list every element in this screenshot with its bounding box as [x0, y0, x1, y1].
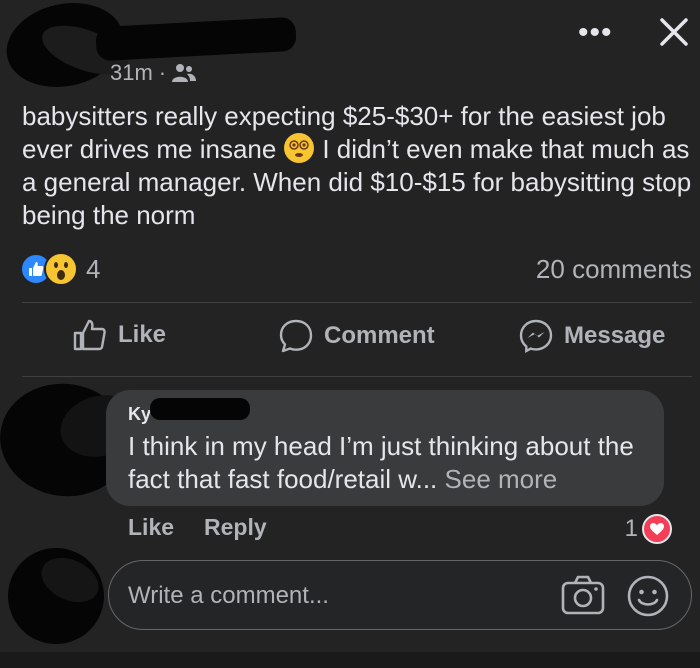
heart-reaction-icon	[642, 514, 672, 544]
footer-strip	[0, 652, 700, 668]
see-more-link[interactable]: See more	[445, 464, 558, 494]
messenger-icon	[519, 319, 553, 354]
post-reactions[interactable]: 4	[20, 252, 100, 286]
post-time[interactable]: 31m	[110, 60, 153, 86]
thumbs-up-icon	[73, 319, 106, 351]
comment-body: I think in my head I’m just thinking abo…	[128, 431, 634, 494]
comments-count-link[interactable]: 20 comments	[536, 254, 692, 285]
message-button[interactable]: Message	[518, 318, 665, 354]
friends-audience-icon	[172, 64, 197, 82]
comment-reactions[interactable]: 1	[625, 514, 672, 544]
more-options-icon[interactable]: •••	[578, 18, 613, 48]
comment-actions: Like Reply	[128, 514, 267, 541]
emoji-icon[interactable]	[626, 574, 670, 618]
like-button[interactable]: Like	[72, 318, 166, 352]
divider	[22, 302, 692, 303]
comment-label: Comment	[324, 322, 435, 349]
camera-icon[interactable]	[560, 574, 606, 616]
reaction-count: 4	[86, 253, 101, 284]
comment-text: I think in my head I’m just thinking abo…	[128, 430, 648, 496]
close-icon[interactable]	[654, 12, 694, 52]
wow-reaction-icon	[44, 252, 78, 286]
post-body: babysitters really expecting $25-$30+ fo…	[22, 100, 692, 232]
redacted-commenter-name	[150, 398, 250, 420]
meta-separator: ·	[158, 60, 167, 85]
dizzy-face-emoji-icon	[284, 133, 315, 163]
comment-like-button[interactable]: Like	[128, 514, 174, 541]
comment-reaction-count: 1	[624, 515, 638, 542]
message-label: Message	[564, 322, 666, 349]
commenter-name[interactable]: Ky	[128, 404, 151, 425]
post-meta: 31m ·	[110, 60, 197, 86]
comment-input-placeholder: Write a comment...	[128, 582, 329, 609]
post-header: 31m · •••	[0, 0, 700, 92]
comment-bubble-icon	[279, 319, 313, 353]
divider	[22, 376, 692, 377]
like-label: Like	[118, 321, 167, 348]
comment-button[interactable]: Comment	[278, 318, 435, 354]
comment-reply-button[interactable]: Reply	[204, 514, 267, 541]
